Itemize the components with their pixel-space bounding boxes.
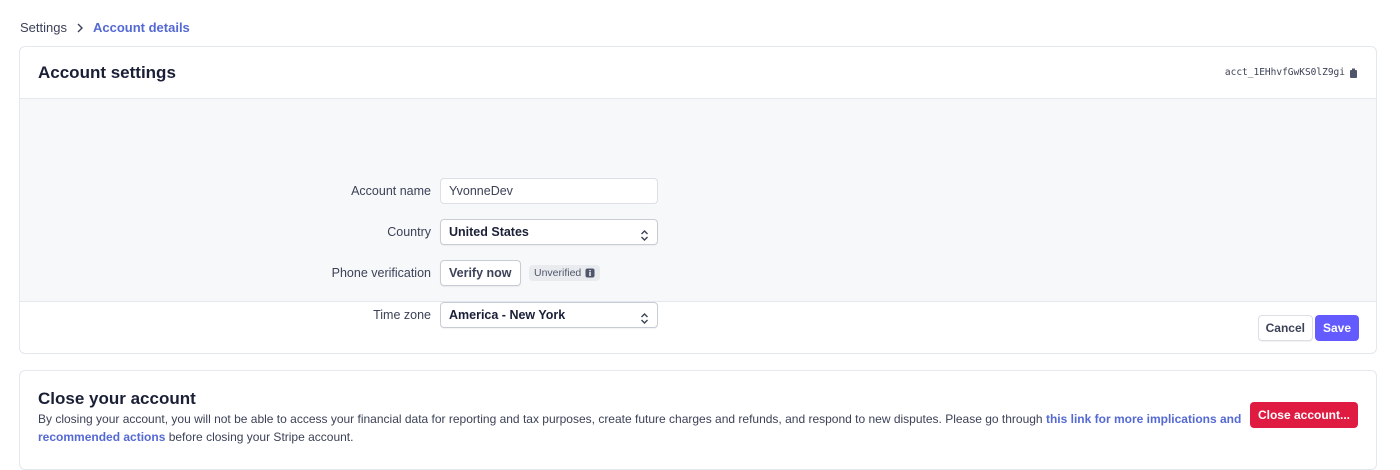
account-name-label: Account name [351,184,431,198]
breadcrumb-settings-link[interactable]: Settings [20,20,67,35]
breadcrumb-current[interactable]: Account details [93,20,190,35]
info-icon[interactable] [585,268,595,278]
account-settings-title: Account settings [38,62,176,82]
close-account-card: Close your account By closing your accou… [19,370,1377,470]
close-account-description-after: before closing your Stripe account. [165,430,354,444]
close-account-description-before: By closing your account, you will not be… [38,412,1046,426]
close-account-button[interactable]: Close account... [1249,402,1358,428]
close-account-description: By closing your account, you will not be… [38,410,1248,446]
account-settings-form: Account name YvonneDev Country United St… [20,99,1376,328]
unverified-badge: Unverified [528,264,601,281]
country-label: Country [387,225,431,239]
account-settings-card: Account settings acct_1EHhvfGwKS0lZ9gi A… [19,46,1377,354]
country-select[interactable]: United States [440,219,658,245]
phone-verification-label: Phone verification [331,266,431,280]
account-settings-header: Account settings acct_1EHhvfGwKS0lZ9gi [20,47,1376,99]
account-settings-footer: Cancel Save [20,302,1376,353]
account-id: acct_1EHhvfGwKS0lZ9gi [1225,67,1358,78]
breadcrumb: Settings Account details [20,20,190,35]
save-button[interactable]: Save [1314,315,1359,341]
verify-now-button[interactable]: Verify now [440,260,521,286]
country-select-value: United States [449,225,529,239]
phone-verification-row: Phone verification Verify now Unverified [20,260,1376,286]
account-id-text: acct_1EHhvfGwKS0lZ9gi [1224,67,1345,78]
close-account-title: Close your account [38,389,196,408]
chevron-right-icon [75,23,85,33]
account-name-input[interactable]: YvonneDev [440,178,658,204]
country-row: Country United States [20,219,1376,245]
copy-icon[interactable] [1349,68,1358,78]
account-name-row: Account name YvonneDev [20,178,1376,204]
unverified-badge-text: Unverified [533,266,582,279]
cancel-button[interactable]: Cancel [1257,315,1313,341]
select-arrows-icon [640,226,649,241]
